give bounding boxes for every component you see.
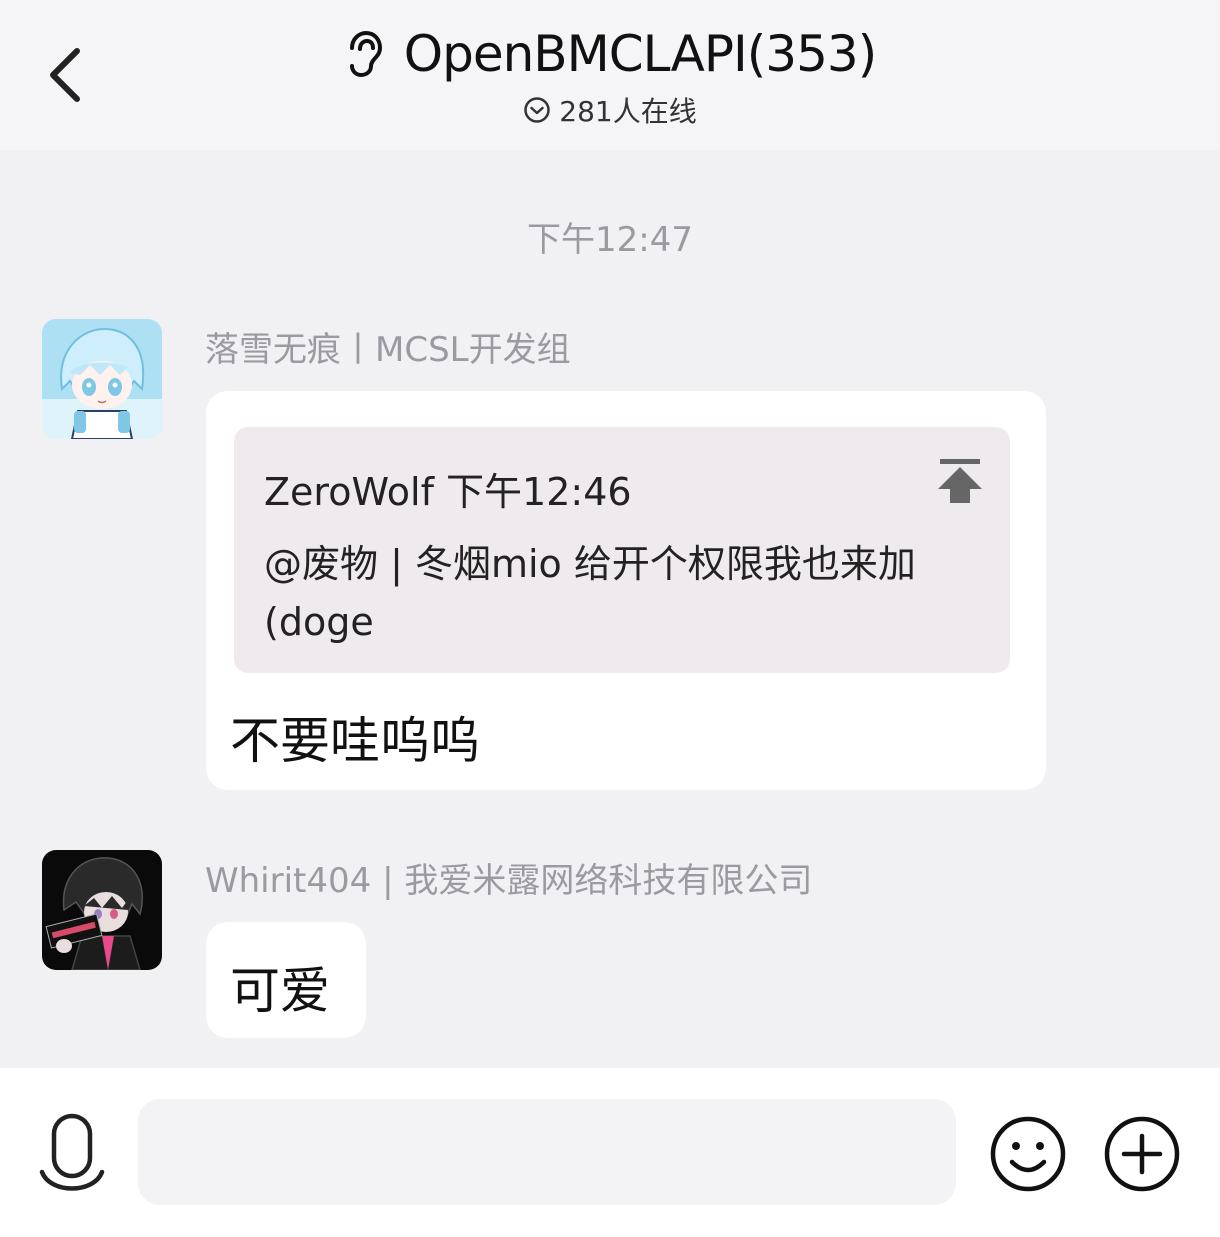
quote-text: @废物 | 冬烟mio 给开个权限我也来加 (doge [264,542,916,644]
chat-title: OpenBMCLAPI(353) [403,25,877,83]
online-check-icon [524,97,551,123]
avatar[interactable] [42,850,162,970]
message-timestamp: 下午12:47 [527,220,693,260]
input-bar [0,1068,1220,1237]
message-text: 不要哇呜呜 [230,712,480,770]
message-input[interactable] [138,1099,956,1205]
online-status: 281人在线 [0,90,1220,130]
microphone-icon[interactable] [36,1112,108,1196]
sender-name[interactable]: 落雪无痕丨MCSL开发组 [205,322,571,371]
chat-header: OpenBMCLAPI(353) 281人在线 [0,0,1220,150]
message-text: 可爱 [230,962,330,1020]
plus-icon[interactable] [1102,1114,1182,1194]
ear-icon [349,30,382,78]
avatar[interactable] [42,319,162,439]
chat-title-row[interactable]: OpenBMCLAPI(353) [0,22,1220,86]
sender-name[interactable]: Whirit404 | 我爱米露网络科技有限公司 [205,853,812,902]
quote-author-time: ZeroWolf 下午12:46 [264,470,632,514]
emoji-icon[interactable] [988,1114,1068,1194]
online-count: 281人在线 [559,95,697,128]
scroll-to-quote-icon[interactable] [934,457,990,507]
quoted-message[interactable]: ZeroWolf 下午12:46 @废物 | 冬烟mio 给开个权限我也来加 (… [234,427,1010,673]
